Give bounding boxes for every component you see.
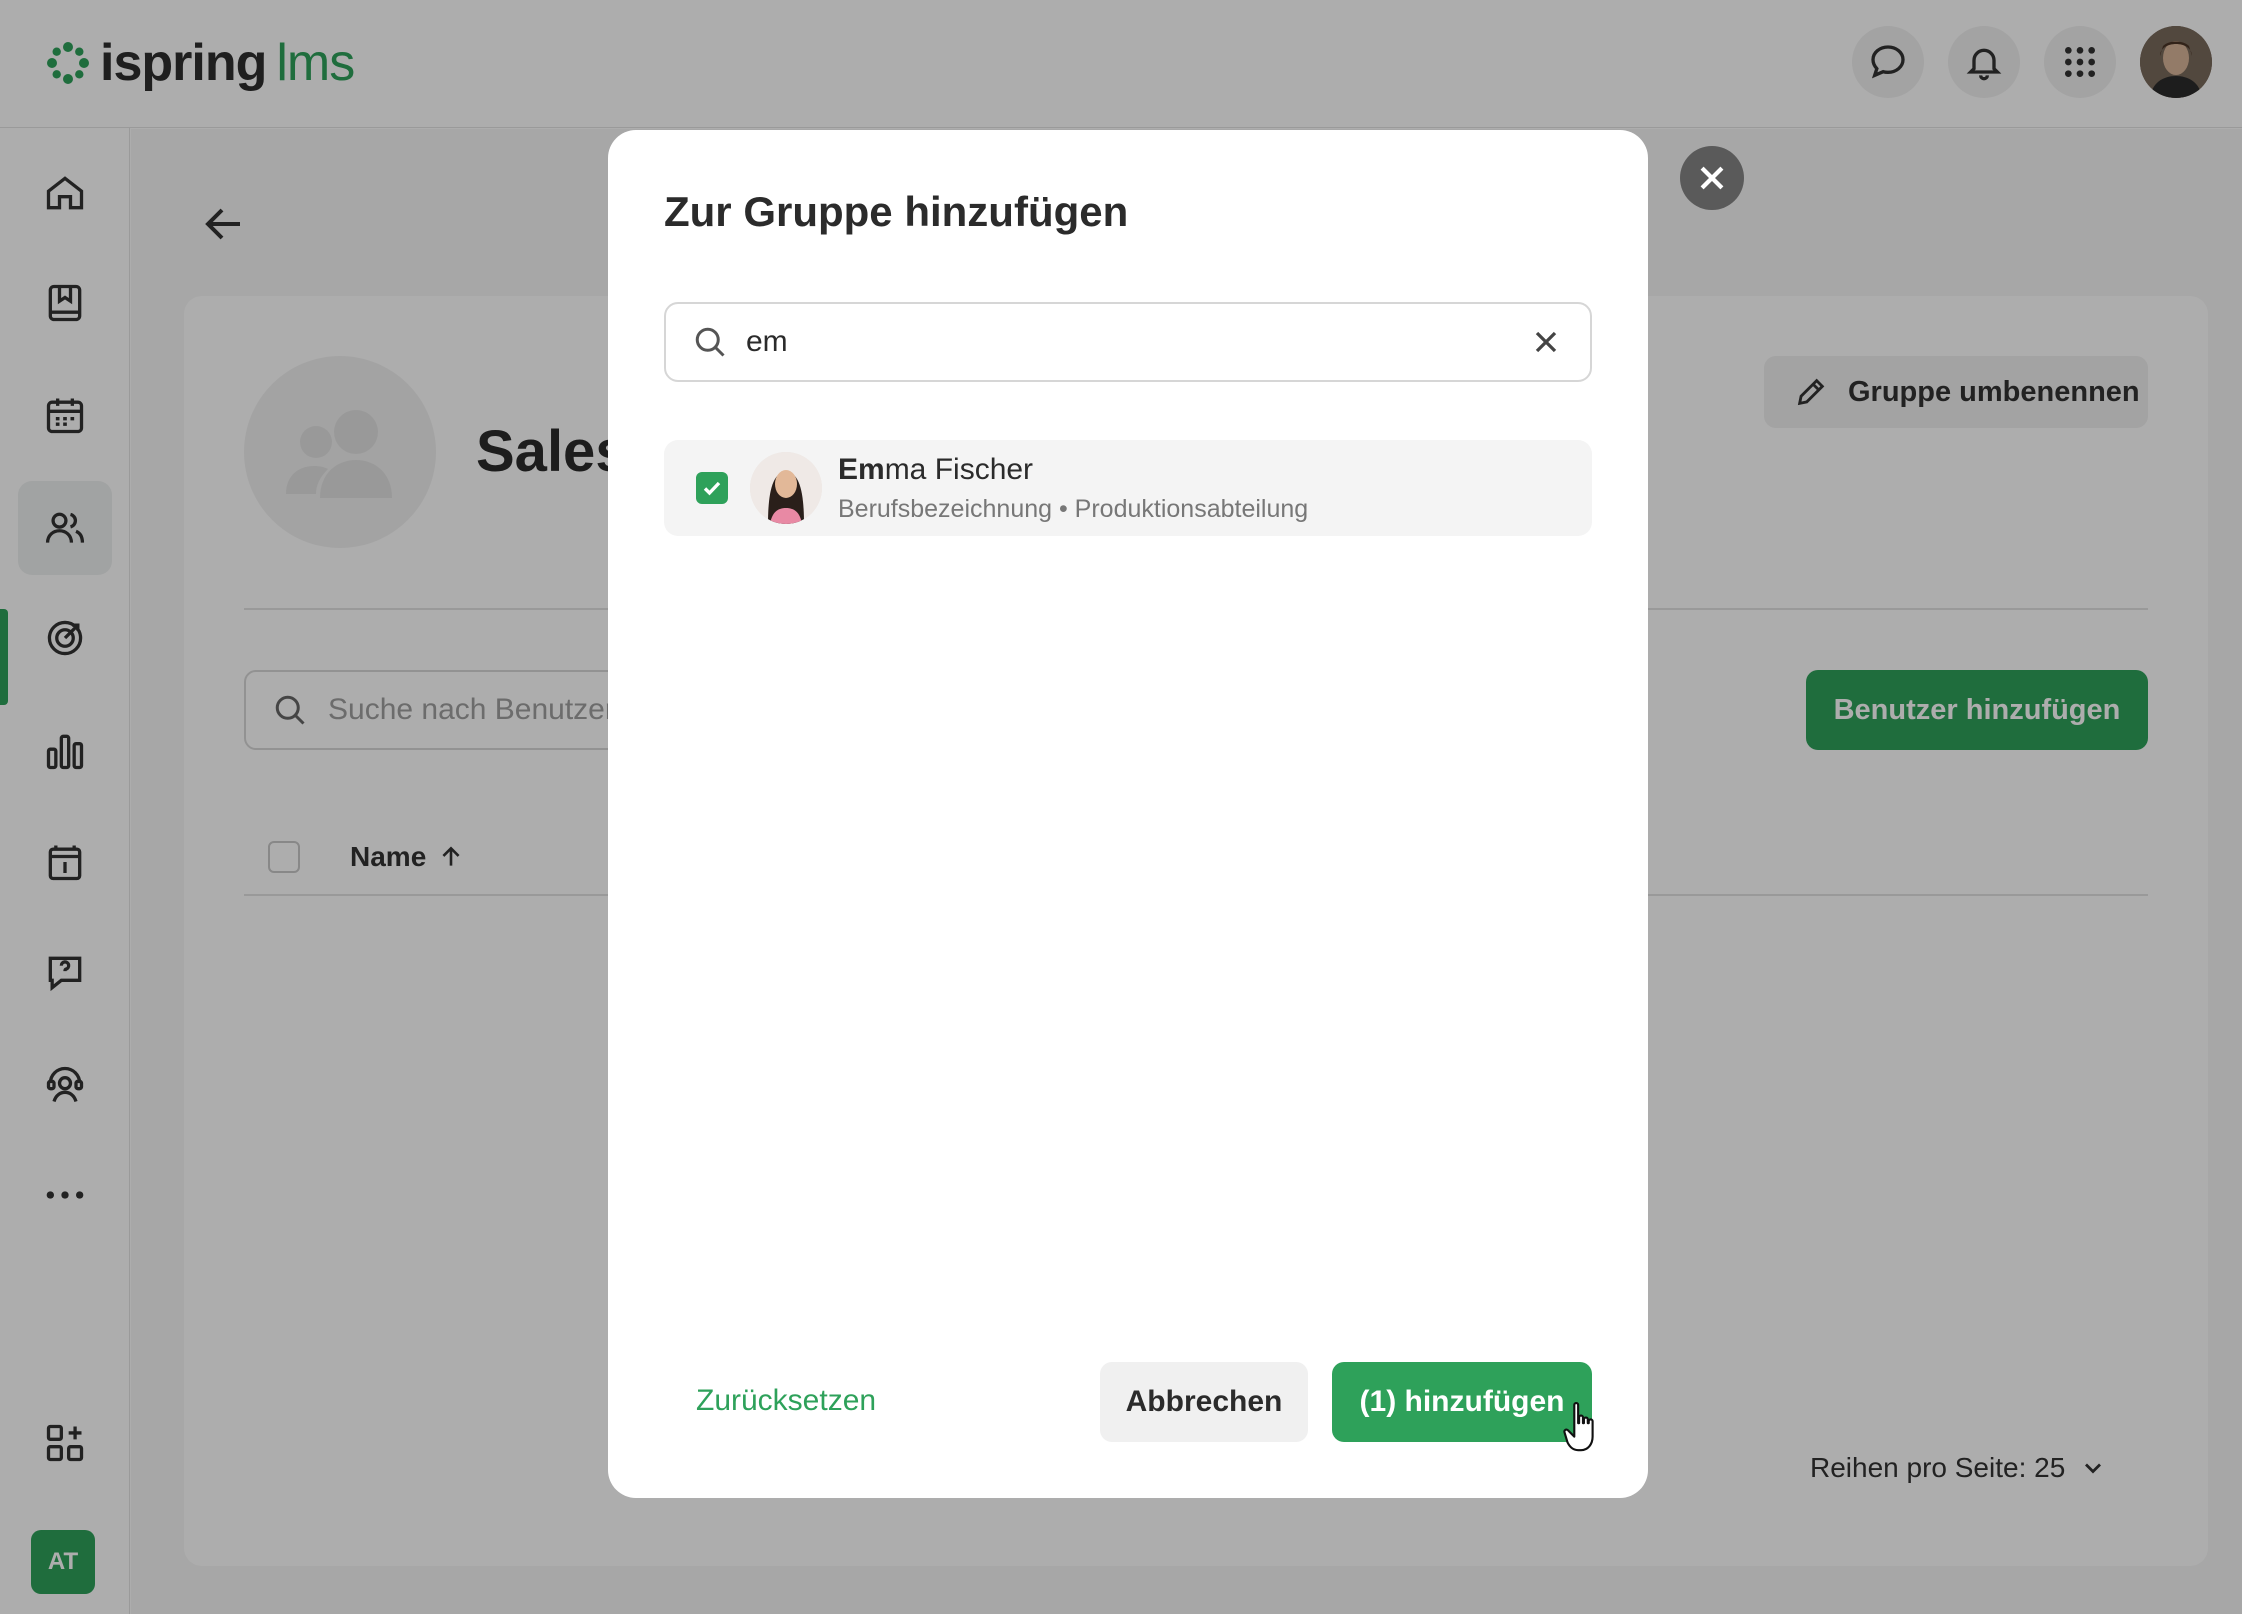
close-icon bbox=[1700, 166, 1724, 190]
dialog-search-input[interactable]: em bbox=[664, 302, 1592, 382]
close-modal-button[interactable] bbox=[1680, 146, 1744, 210]
dialog-title: Zur Gruppe hinzufügen bbox=[664, 188, 1129, 235]
avatar bbox=[750, 452, 822, 524]
user-name-match: Em bbox=[838, 452, 885, 486]
add-to-group-dialog: Zur Gruppe hinzufügen em Emma Fischer Be… bbox=[608, 130, 1648, 1498]
dialog-search-value[interactable]: em bbox=[746, 325, 1528, 359]
search-icon bbox=[695, 327, 725, 357]
add-selected-button[interactable]: (1) hinzufügen bbox=[1332, 1362, 1592, 1442]
cancel-button[interactable]: Abbrechen bbox=[1100, 1362, 1308, 1442]
user-name: Emma Fischer bbox=[838, 453, 1308, 487]
clear-search-icon[interactable] bbox=[1528, 324, 1564, 360]
hand-cursor-icon bbox=[1563, 1402, 1594, 1452]
list-item[interactable]: Emma Fischer Berufsbezeichnung • Produkt… bbox=[664, 440, 1592, 536]
user-meta: Berufsbezeichnung • Produktionsabteilung bbox=[838, 494, 1309, 523]
check-icon bbox=[703, 481, 721, 496]
user-checkbox[interactable] bbox=[696, 472, 728, 504]
user-info: Emma Fischer Berufsbezeichnung • Produkt… bbox=[838, 453, 1308, 524]
avatar-photo bbox=[750, 452, 822, 524]
user-name-rest: ma Fischer bbox=[884, 452, 1034, 486]
reset-button[interactable]: Zurücksetzen bbox=[696, 1384, 876, 1418]
